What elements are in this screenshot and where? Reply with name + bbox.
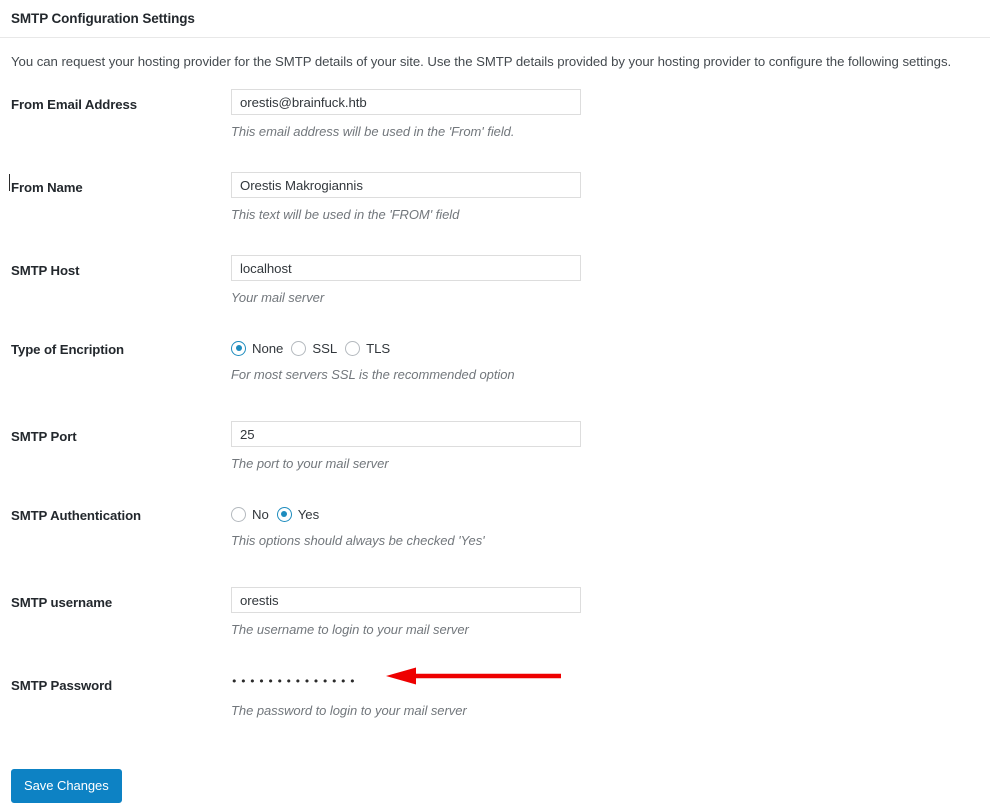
control-cell-from-email: This email address will be used in the '… [231, 89, 990, 139]
control-cell-encryption: None SSL TLS For most servers SSL is the… [231, 338, 990, 382]
field-row-smtp-port: SMTP Port The port to your mail server [0, 421, 990, 504]
hint-from-name: This text will be used in the 'FROM' fie… [231, 207, 460, 223]
hint-smtp-username: The username to login to your mail serve… [231, 622, 469, 638]
radio-encryption-none[interactable]: None [231, 340, 284, 356]
encryption-radio-group: None SSL TLS [231, 338, 990, 358]
label-cell-smtp-password: SMTP Password [0, 670, 231, 700]
label-cell-smtp-username: SMTP username [0, 587, 231, 617]
control-cell-smtp-port: The port to your mail server [231, 421, 990, 471]
field-row-smtp-username: SMTP username The username to login to y… [0, 587, 990, 670]
radio-encryption-tls[interactable]: TLS [345, 340, 391, 356]
panel-header: SMTP Configuration Settings [0, 0, 990, 38]
hint-smtp-password: The password to login to your mail serve… [231, 703, 467, 719]
field-row-from-email: From Email Address This email address wi… [0, 89, 990, 172]
radio-selected-icon [231, 340, 246, 356]
label-cell-smtp-port: SMTP Port [0, 421, 231, 451]
hint-encryption: For most servers SSL is the recommended … [231, 367, 515, 383]
radio-label-ssl: SSL [312, 340, 338, 356]
smtp-username-input[interactable] [231, 587, 581, 614]
label-encryption: Type of Encription [11, 341, 124, 357]
label-smtp-host: SMTP Host [11, 262, 80, 278]
hint-smtp-port: The port to your mail server [231, 456, 389, 472]
smtp-host-input[interactable] [231, 255, 581, 282]
control-cell-smtp-host: Your mail server [231, 255, 990, 305]
radio-unselected-icon [345, 340, 361, 356]
label-cell-from-email: From Email Address [0, 89, 231, 119]
label-cell-smtp-auth: SMTP Authentication [0, 504, 231, 526]
label-cell-encryption: Type of Encription [0, 338, 231, 360]
hint-from-email: This email address will be used in the '… [231, 124, 515, 140]
smtp-settings-form: From Email Address This email address wi… [0, 71, 990, 803]
label-cell-smtp-host: SMTP Host [0, 255, 231, 285]
control-cell-smtp-auth: No Yes This options should always be che… [231, 504, 990, 548]
radio-unselected-icon [231, 506, 246, 522]
radio-label-no: No [252, 506, 269, 522]
field-row-from-name: From Name This text will be used in the … [0, 172, 990, 255]
radio-encryption-ssl[interactable]: SSL [291, 340, 338, 356]
field-row-smtp-host: SMTP Host Your mail server [0, 255, 990, 338]
control-cell-from-name: This text will be used in the 'FROM' fie… [231, 172, 990, 222]
control-cell-smtp-username: The username to login to your mail serve… [231, 587, 990, 637]
label-smtp-username: SMTP username [11, 594, 113, 610]
label-from-email: From Email Address [11, 96, 137, 112]
field-row-encryption: Type of Encription None SSL TLS For most… [0, 338, 990, 421]
radio-smtp-auth-yes[interactable]: Yes [276, 506, 320, 522]
field-row-smtp-auth: SMTP Authentication No Yes This options … [0, 504, 990, 587]
label-smtp-port: SMTP Port [11, 428, 77, 444]
page-title: SMTP Configuration Settings [11, 11, 195, 26]
panel-description: You can request your hosting provider fo… [11, 54, 952, 69]
from-email-input[interactable] [231, 89, 581, 116]
radio-smtp-auth-no[interactable]: No [231, 506, 269, 522]
radio-label-yes: Yes [297, 506, 320, 522]
label-from-name: From Name [11, 179, 83, 195]
smtp-password-masked-value: •••••••••••••• [231, 675, 359, 689]
radio-label-tls: TLS [366, 340, 391, 356]
from-name-input[interactable] [231, 172, 581, 199]
radio-selected-icon [276, 506, 292, 522]
save-changes-button[interactable]: Save Changes [11, 769, 122, 803]
text-caret-icon [9, 174, 10, 192]
hint-smtp-host: Your mail server [231, 290, 325, 306]
label-cell-from-name: From Name [0, 172, 231, 202]
control-cell-smtp-password: •••••••••••••• The password to login to … [231, 670, 990, 718]
hint-smtp-auth: This options should always be checked 'Y… [231, 533, 485, 549]
radio-label-none: None [252, 340, 284, 356]
smtp-port-input[interactable] [231, 421, 581, 448]
label-smtp-password: SMTP Password [11, 677, 113, 693]
field-row-smtp-password: SMTP Password •••••••••••••• The passwor… [0, 670, 990, 753]
smtp-auth-radio-group: No Yes [231, 504, 990, 524]
radio-unselected-icon [291, 340, 307, 356]
label-smtp-auth: SMTP Authentication [11, 507, 141, 523]
smtp-password-input[interactable]: •••••••••••••• [231, 670, 990, 694]
submit-row: Save Changes [0, 753, 990, 803]
